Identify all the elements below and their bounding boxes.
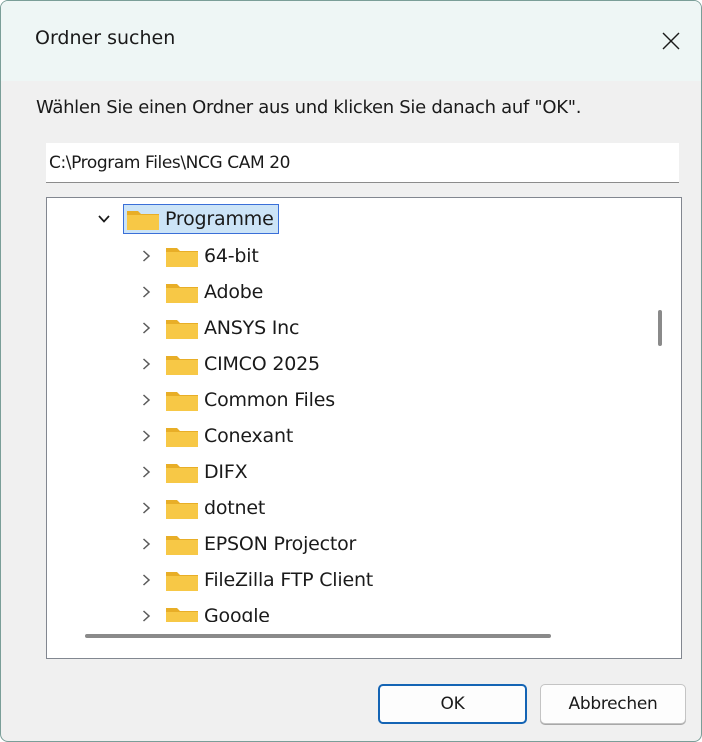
- tree-item[interactable]: 64-bit: [135, 239, 259, 273]
- folder-path-field[interactable]: C:\Program Files\NCG CAM 20: [46, 143, 679, 183]
- folder-icon: [126, 206, 160, 232]
- folder-tree[interactable]: Programme 64-bit Adobe ANSYS Inc CIMCO 2025…: [46, 197, 682, 659]
- tree-item[interactable]: ANSYS Inc: [135, 311, 299, 345]
- tree-item-label: CIMCO 2025: [204, 353, 320, 375]
- tree-item[interactable]: FileZilla FTP Client: [135, 563, 373, 597]
- folder-icon: [165, 243, 199, 269]
- folder-icon: [165, 351, 199, 377]
- chevron-right-icon[interactable]: [135, 353, 157, 375]
- tree-item-label: Google: [204, 605, 270, 622]
- tree-item-label: EPSON Projector: [204, 533, 357, 555]
- folder-tree-viewport: Programme 64-bit Adobe ANSYS Inc CIMCO 2025…: [47, 198, 645, 622]
- chevron-down-icon[interactable]: [93, 208, 115, 230]
- folder-icon: [165, 315, 199, 341]
- folder-icon: [165, 459, 199, 485]
- chevron-right-icon[interactable]: [135, 389, 157, 411]
- chevron-right-icon[interactable]: [135, 497, 157, 519]
- chevron-right-icon[interactable]: [135, 317, 157, 339]
- folder-icon: [165, 603, 199, 622]
- chevron-right-icon[interactable]: [135, 569, 157, 591]
- vertical-scrollbar-thumb[interactable]: [658, 310, 662, 346]
- tree-item[interactable]: Adobe: [135, 275, 263, 309]
- tree-item-label: Programme: [165, 208, 274, 230]
- dialog-title: Ordner suchen: [35, 27, 176, 49]
- tree-item[interactable]: dotnet: [135, 491, 265, 525]
- tree-item[interactable]: CIMCO 2025: [135, 347, 320, 381]
- tree-item-label: 64-bit: [204, 245, 259, 267]
- horizontal-scrollbar-thumb[interactable]: [85, 634, 551, 638]
- folder-icon: [165, 495, 199, 521]
- chevron-right-icon[interactable]: [135, 425, 157, 447]
- tree-item[interactable]: Conexant: [135, 419, 293, 453]
- chevron-right-icon[interactable]: [135, 533, 157, 555]
- tree-item-label: dotnet: [204, 497, 266, 519]
- folder-icon: [165, 423, 199, 449]
- folder-icon: [165, 279, 199, 305]
- instruction-text: Wählen Sie einen Ordner aus und klicken …: [36, 97, 582, 118]
- chevron-right-icon[interactable]: [135, 245, 157, 267]
- chevron-right-icon[interactable]: [135, 605, 157, 622]
- folder-icon: [165, 531, 199, 557]
- tree-item-label: Common Files: [204, 389, 335, 411]
- tree-item-label: ANSYS Inc: [204, 317, 300, 339]
- tree-item-label: FileZilla FTP Client: [204, 569, 374, 591]
- chevron-right-icon[interactable]: [135, 281, 157, 303]
- tree-item[interactable]: Common Files: [135, 383, 335, 417]
- tree-item-root-selection[interactable]: Programme: [123, 204, 279, 234]
- tree-item[interactable]: EPSON Projector: [135, 527, 356, 561]
- tree-item[interactable]: Google: [135, 599, 270, 622]
- tree-item-label: DIFX: [204, 461, 248, 483]
- close-button[interactable]: [641, 1, 701, 81]
- chevron-right-icon[interactable]: [135, 461, 157, 483]
- tree-item-label: Conexant: [204, 425, 294, 447]
- tree-item-root[interactable]: Programme: [93, 202, 279, 236]
- folder-browse-dialog: Ordner suchen Wählen Sie einen Ordner au…: [0, 0, 702, 742]
- ok-button[interactable]: OK: [378, 684, 527, 724]
- title-bar[interactable]: Ordner suchen: [1, 1, 701, 81]
- folder-icon: [165, 567, 199, 593]
- tree-item[interactable]: DIFX: [135, 455, 248, 489]
- close-icon: [662, 32, 680, 50]
- tree-item-label: Adobe: [204, 281, 264, 303]
- folder-icon: [165, 387, 199, 413]
- cancel-button[interactable]: Abbrechen: [540, 684, 686, 724]
